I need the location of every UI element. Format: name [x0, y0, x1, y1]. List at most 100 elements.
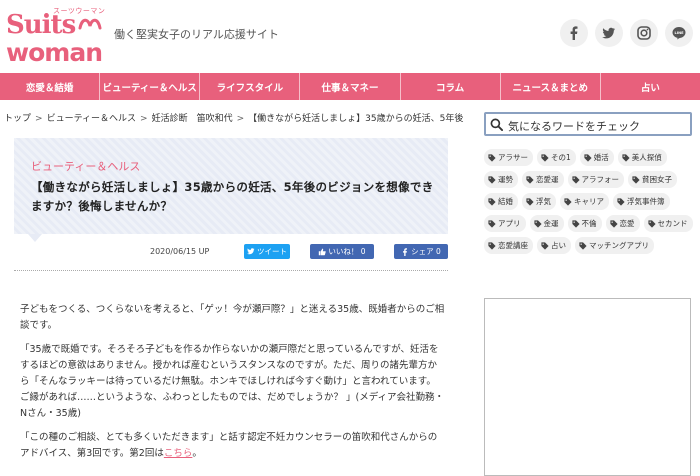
logo-ribbon-icon: [78, 18, 102, 30]
tag-item[interactable]: 婚活: [579, 149, 614, 166]
tag-item[interactable]: 美人探偵: [617, 149, 667, 166]
divider: [14, 270, 448, 271]
tag-item[interactable]: 金運: [529, 215, 564, 232]
nav-item-love-marriage[interactable]: 恋愛＆結婚: [0, 73, 101, 100]
tag-icon: [488, 175, 496, 184]
facebook-share-button[interactable]: シェア 0: [394, 244, 448, 259]
tag-item[interactable]: アラフォー: [567, 171, 624, 188]
tag-label: 浮気: [536, 197, 551, 206]
tag-item[interactable]: セカンド: [643, 215, 693, 232]
tag-label: 恋愛講座: [498, 241, 528, 250]
article-header: ビューティー＆ヘルス 【働きながら妊活しましょ】35歳からの妊活、5年後のビジョ…: [14, 138, 448, 242]
facebook-icon[interactable]: [560, 19, 588, 47]
article-body: 子どもをつくる、つくらないを考えると、「ゲッ！今が瀬戸際？」と迷える35歳、既婚…: [20, 302, 445, 470]
nav-item-news[interactable]: ニュース＆まとめ: [501, 73, 601, 100]
like-label: いいね！ 0: [328, 247, 366, 256]
tag-icon: [622, 153, 630, 162]
tag-item[interactable]: 占い: [537, 237, 571, 254]
tag-icon: [488, 219, 496, 228]
previous-article-link[interactable]: こちら: [164, 448, 193, 459]
tag-item[interactable]: 浮気事件簿: [613, 193, 670, 210]
tag-label: 占い: [551, 241, 566, 250]
twitter-icon: [247, 248, 255, 255]
tag-label: マッチングアプリ: [589, 241, 649, 250]
tag-label: アプリ: [498, 219, 521, 228]
tag-icon: [632, 175, 640, 184]
tag-item[interactable]: 恋愛: [605, 215, 640, 232]
tag-item[interactable]: 浮気: [522, 193, 556, 210]
breadcrumb: トップ > ビューティー＆ヘルス > 妊活診断 笛吹和代 > 【働きながら妊活しましょ】35…: [4, 111, 464, 124]
article-date-suffix: UP: [198, 247, 210, 256]
tag-icon: [526, 175, 534, 184]
article-paragraph: 「この種のご相談、とても多くいただきます」と話す認定不妊カウンセラーの笛吹和代さ…: [20, 430, 445, 462]
tag-label: その1: [551, 153, 571, 162]
facebook-like-button[interactable]: いいね！ 0: [310, 244, 374, 259]
tag-item[interactable]: アラサー: [484, 149, 533, 166]
main-nav: 恋愛＆結婚 ビューティー＆ヘルス ライフスタイル 仕事＆マネー コラム ニュース…: [0, 73, 700, 100]
breadcrumb-separator: >: [35, 114, 43, 124]
tag-icon: [617, 197, 625, 206]
tag-item[interactable]: 不倫: [567, 215, 602, 232]
article-paragraph-text: 「この種のご相談、とても多くいただきます」と話す認定不妊カウンセラーの笛吹和代さ…: [20, 432, 438, 459]
line-icon-label: LINE: [674, 31, 684, 35]
tag-icon: [488, 153, 496, 162]
tag-item[interactable]: キャリア: [560, 193, 609, 210]
tag-label: 浮気事件簿: [627, 197, 665, 206]
tag-item[interactable]: 恋愛講座: [484, 237, 533, 254]
tag-icon: [584, 153, 592, 162]
tag-label: 貧困女子: [642, 175, 672, 184]
tag-label: 婚活: [593, 153, 609, 162]
site-header: スーツウーマン Suits woman 働く堅実女子のリアル応援サイト LINE: [0, 0, 700, 72]
nav-item-work-money[interactable]: 仕事＆マネー: [300, 73, 401, 100]
search-placeholder: 気になるワードをチェック: [508, 120, 640, 133]
tag-icon: [541, 241, 549, 250]
logo-woman-text: woman: [6, 38, 103, 67]
tag-icon: [571, 175, 580, 184]
tag-item[interactable]: マッチングアプリ: [575, 237, 654, 254]
tag-label: 恋愛運: [536, 175, 559, 184]
tag-item[interactable]: アプリ: [484, 215, 526, 232]
tag-label: 金運: [543, 219, 559, 228]
breadcrumb-top[interactable]: トップ: [4, 114, 31, 124]
tweet-label: ツイート: [257, 247, 287, 256]
tag-label: 運勢: [498, 175, 513, 184]
article-paragraph: 「35歳で既婚です。そろそろ子どもを作るか作らないかの瀬戸際だと思っているんです…: [20, 344, 445, 419]
tag-label: 不倫: [581, 219, 597, 228]
header-notch: [28, 234, 42, 242]
line-icon[interactable]: LINE: [665, 19, 693, 47]
tag-icon: [488, 241, 496, 250]
tag-item[interactable]: 恋愛運: [522, 171, 564, 188]
nav-item-column[interactable]: コラム: [401, 73, 501, 100]
breadcrumb-series[interactable]: 妊活診断 笛吹和代: [152, 114, 233, 124]
tag-item[interactable]: 貧困女子: [628, 171, 677, 188]
tag-icon: [647, 219, 656, 228]
tag-cloud: アラサー その1 婚活 美人探偵運勢 恋愛運 アラフォー 貧困女子結婚 浮気 キャリア 浮気事件簿…: [484, 149, 694, 254]
article-category[interactable]: ビューティー＆ヘルス: [31, 158, 140, 174]
tag-icon: [488, 197, 496, 206]
logo-suits-text: Suits: [6, 10, 76, 40]
tag-icon: [526, 197, 534, 206]
site-tagline: 働く堅実女子のリアル応援サイト: [114, 28, 279, 41]
article-date-value: 2020/06/15: [150, 247, 197, 256]
nav-item-beauty-health[interactable]: ビューティー＆ヘルス: [100, 73, 201, 100]
tag-label: 恋愛: [619, 219, 635, 228]
tag-item[interactable]: その1: [537, 149, 576, 166]
tag-label: アラフォー: [581, 175, 620, 184]
tag-icon: [533, 219, 542, 228]
breadcrumb-category[interactable]: ビューティー＆ヘルス: [47, 114, 136, 124]
tag-label: 結婚: [498, 197, 513, 206]
tag-label: アラサー: [498, 153, 528, 162]
keyword-search-box[interactable]: 気になるワードをチェック: [484, 112, 692, 136]
instagram-icon[interactable]: [630, 19, 658, 47]
site-logo[interactable]: スーツウーマン Suits woman: [6, 6, 106, 67]
tweet-button[interactable]: ツイート: [244, 244, 290, 259]
breadcrumb-current: 【働きながら妊活しましょ】35歳からの妊活、5年後...: [248, 114, 464, 124]
share-label: シェア 0: [411, 247, 441, 256]
tag-item[interactable]: 結婚: [484, 193, 518, 210]
article-date: 2020/06/15 UP: [150, 247, 209, 256]
nav-item-lifestyle[interactable]: ライフスタイル: [200, 73, 301, 100]
tag-item[interactable]: 運勢: [484, 171, 518, 188]
nav-item-fortune[interactable]: 占い: [601, 73, 700, 100]
tag-icon: [571, 219, 580, 228]
twitter-icon[interactable]: [595, 19, 623, 47]
